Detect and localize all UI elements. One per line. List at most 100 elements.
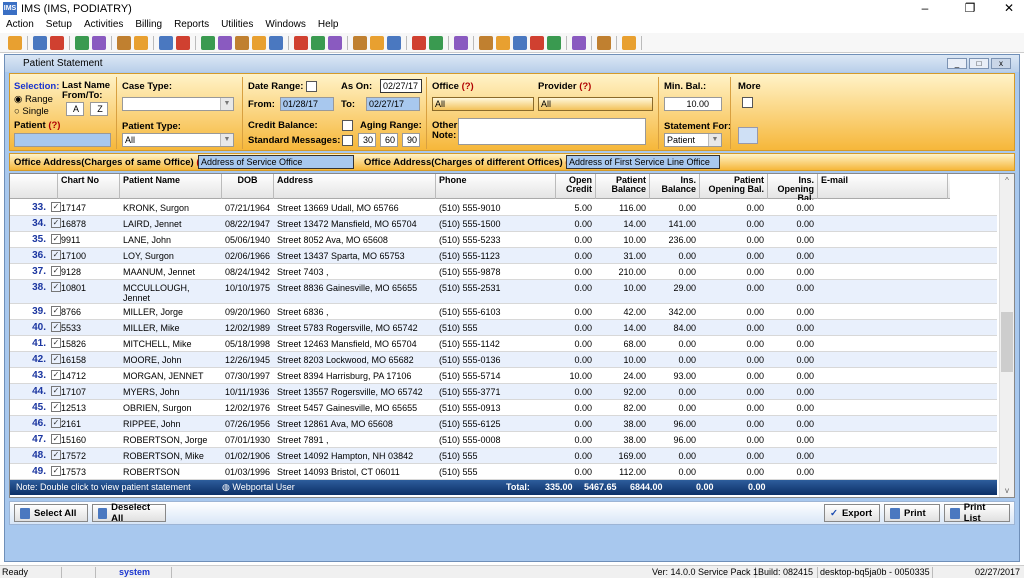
webportal-user[interactable]: ◍ Webportal User [222, 482, 295, 493]
more-checkbox[interactable] [742, 97, 753, 108]
row-checkbox[interactable]: ✓ [51, 202, 61, 212]
menu-activities[interactable]: Activities [78, 19, 129, 30]
header-ins-balance[interactable]: Ins. Balance [650, 174, 700, 199]
toolbar-button-icon[interactable] [328, 35, 342, 50]
provider-select[interactable]: All [538, 97, 653, 111]
row-checkbox[interactable]: ✓ [51, 218, 61, 228]
table-row[interactable]: 38. ✓ 10801 MCCULLOUGH, Jennet 10/10/1975 Str… [10, 280, 997, 304]
menu-utilities[interactable]: Utilities [215, 19, 259, 30]
office-help-link[interactable]: (?) [462, 81, 474, 92]
aging-30-input[interactable]: 30 [358, 133, 376, 147]
toolbar-button-icon[interactable] [235, 35, 249, 50]
menu-setup[interactable]: Setup [40, 19, 78, 30]
toolbar-button-icon[interactable] [572, 35, 586, 50]
minimize-button[interactable]: – [910, 0, 940, 17]
header-patient-name[interactable]: Patient Name [120, 174, 222, 199]
toolbar-button-icon[interactable] [75, 35, 89, 50]
toolbar-button-icon[interactable] [530, 35, 544, 50]
table-row[interactable]: 45. ✓ 12513 OBRIEN, Surgon 12/02/1976 Street … [10, 400, 997, 416]
toolbar-button-icon[interactable] [597, 35, 611, 50]
table-row[interactable]: 46. ✓ 2161 RIPPEE, John 07/26/1956 Street 128… [10, 416, 997, 432]
date-range-checkbox[interactable] [306, 81, 317, 92]
patient-help-link[interactable]: (?) [48, 120, 60, 131]
menu-action[interactable]: Action [0, 19, 40, 30]
toolbar-button-icon[interactable] [176, 35, 190, 50]
table-row[interactable]: 35. ✓ 9911 LANE, John 05/06/1940 Street 8052 … [10, 232, 997, 248]
toolbar-button-icon[interactable] [622, 35, 636, 50]
to-date-input[interactable]: 02/27/17 [366, 97, 420, 111]
row-checkbox[interactable]: ✓ [51, 306, 61, 316]
chevron-down-icon[interactable]: ▼ [220, 134, 233, 146]
row-checkbox[interactable]: ✓ [51, 322, 61, 332]
scroll-up-icon[interactable]: ^ [1000, 176, 1014, 185]
table-row[interactable]: 49. ✓ 17573 ROBERTSON 01/03/1996 Street 14093… [10, 464, 997, 480]
as-on-input[interactable]: 02/27/17 [380, 79, 422, 93]
export-button[interactable]: ✓ Export [824, 504, 880, 522]
table-row[interactable]: 33. ✓ 17147 KRONK, Surgon 07/21/1964 Street 1… [10, 200, 997, 216]
row-checkbox[interactable]: ✓ [51, 450, 61, 460]
toolbar-button-icon[interactable] [134, 35, 148, 50]
row-checkbox[interactable]: ✓ [51, 234, 61, 244]
toolbar-button-icon[interactable] [454, 35, 468, 50]
toolbar-button-icon[interactable] [269, 35, 283, 50]
menu-billing[interactable]: Billing [129, 19, 168, 30]
table-row[interactable]: 39. ✓ 8766 MILLER, Jorge 09/20/1960 Street 68… [10, 304, 997, 320]
toolbar-button-icon[interactable] [353, 35, 367, 50]
toolbar-button-icon[interactable] [201, 35, 215, 50]
select-all-button[interactable]: Select All [14, 504, 88, 522]
row-checkbox[interactable]: ✓ [51, 402, 61, 412]
window-minimize-button[interactable]: _ [947, 58, 967, 69]
header-select[interactable] [10, 174, 58, 199]
table-row[interactable]: 42. ✓ 16158 MOORE, John 12/26/1945 Street 820… [10, 352, 997, 368]
header-address[interactable]: Address [274, 174, 436, 199]
table-row[interactable]: 40. ✓ 5533 MILLER, Mike 12/02/1989 Street 578… [10, 320, 997, 336]
row-checkbox[interactable]: ✓ [51, 338, 61, 348]
table-row[interactable]: 47. ✓ 15160 ROBERTSON, Jorge 07/01/1930 Stree… [10, 432, 997, 448]
open-folder-button[interactable] [738, 127, 758, 144]
header-patient-balance[interactable]: Patient Balance [596, 174, 650, 199]
last-name-to-input[interactable]: Z [90, 102, 108, 116]
toolbar-button-icon[interactable] [252, 35, 266, 50]
patient-input[interactable] [14, 133, 111, 147]
toolbar-button-icon[interactable] [117, 35, 131, 50]
case-type-select[interactable]: ▼ [122, 97, 234, 111]
row-checkbox[interactable]: ✓ [51, 266, 61, 276]
toolbar-button-icon[interactable] [33, 35, 47, 50]
row-checkbox[interactable]: ✓ [51, 418, 61, 428]
table-row[interactable]: 41. ✓ 15826 MITCHELL, Mike 05/18/1998 Street … [10, 336, 997, 352]
header-dob[interactable]: DOB [222, 174, 274, 199]
min-bal-input[interactable]: 10.00 [664, 97, 722, 111]
other-note-input[interactable] [458, 118, 646, 145]
close-button[interactable]: ✕ [994, 0, 1024, 17]
aging-60-input[interactable]: 60 [380, 133, 398, 147]
last-name-from-input[interactable]: A [66, 102, 84, 116]
table-row[interactable]: 37. ✓ 9128 MAANUM, Jennet 08/24/1942 Street 7… [10, 264, 997, 280]
scroll-down-icon[interactable]: v [1000, 486, 1014, 495]
aging-90-input[interactable]: 90 [402, 133, 420, 147]
office-select[interactable]: All [432, 97, 534, 111]
restore-button[interactable]: ❐ [955, 0, 985, 17]
header-email[interactable]: E-mail [818, 174, 948, 199]
menu-help[interactable]: Help [312, 19, 345, 30]
table-row[interactable]: 34. ✓ 16878 LAIRD, Jennet 08/22/1947 Street 1… [10, 216, 997, 232]
row-checkbox[interactable]: ✓ [51, 370, 61, 380]
print-list-button[interactable]: Print List [944, 502, 1010, 524]
toolbar-button-icon[interactable] [387, 35, 401, 50]
row-checkbox[interactable]: ✓ [51, 466, 61, 476]
deselect-all-button[interactable]: Deselect All [92, 502, 166, 524]
toolbar-button-icon[interactable] [218, 35, 232, 50]
header-open-credit[interactable]: Open Credit [556, 174, 596, 199]
toolbar-button-icon[interactable] [547, 35, 561, 50]
row-checkbox[interactable]: ✓ [51, 282, 61, 292]
patient-type-select[interactable]: All ▼ [122, 133, 234, 147]
toolbar-button-icon[interactable] [311, 35, 325, 50]
row-checkbox[interactable]: ✓ [51, 354, 61, 364]
single-radio[interactable]: ○ Single [14, 106, 49, 117]
header-chart-no[interactable]: Chart No [58, 174, 120, 199]
standard-messages-checkbox[interactable] [342, 135, 353, 146]
window-close-button[interactable]: x [991, 58, 1011, 69]
table-row[interactable]: 36. ✓ 17100 LOY, Surgon 02/06/1966 Street 134… [10, 248, 997, 264]
table-row[interactable]: 43. ✓ 14712 MORGAN, JENNET 07/30/1997 Street … [10, 368, 997, 384]
vertical-scrollbar[interactable]: ^ v [999, 174, 1014, 497]
toolbar-button-icon[interactable] [513, 35, 527, 50]
